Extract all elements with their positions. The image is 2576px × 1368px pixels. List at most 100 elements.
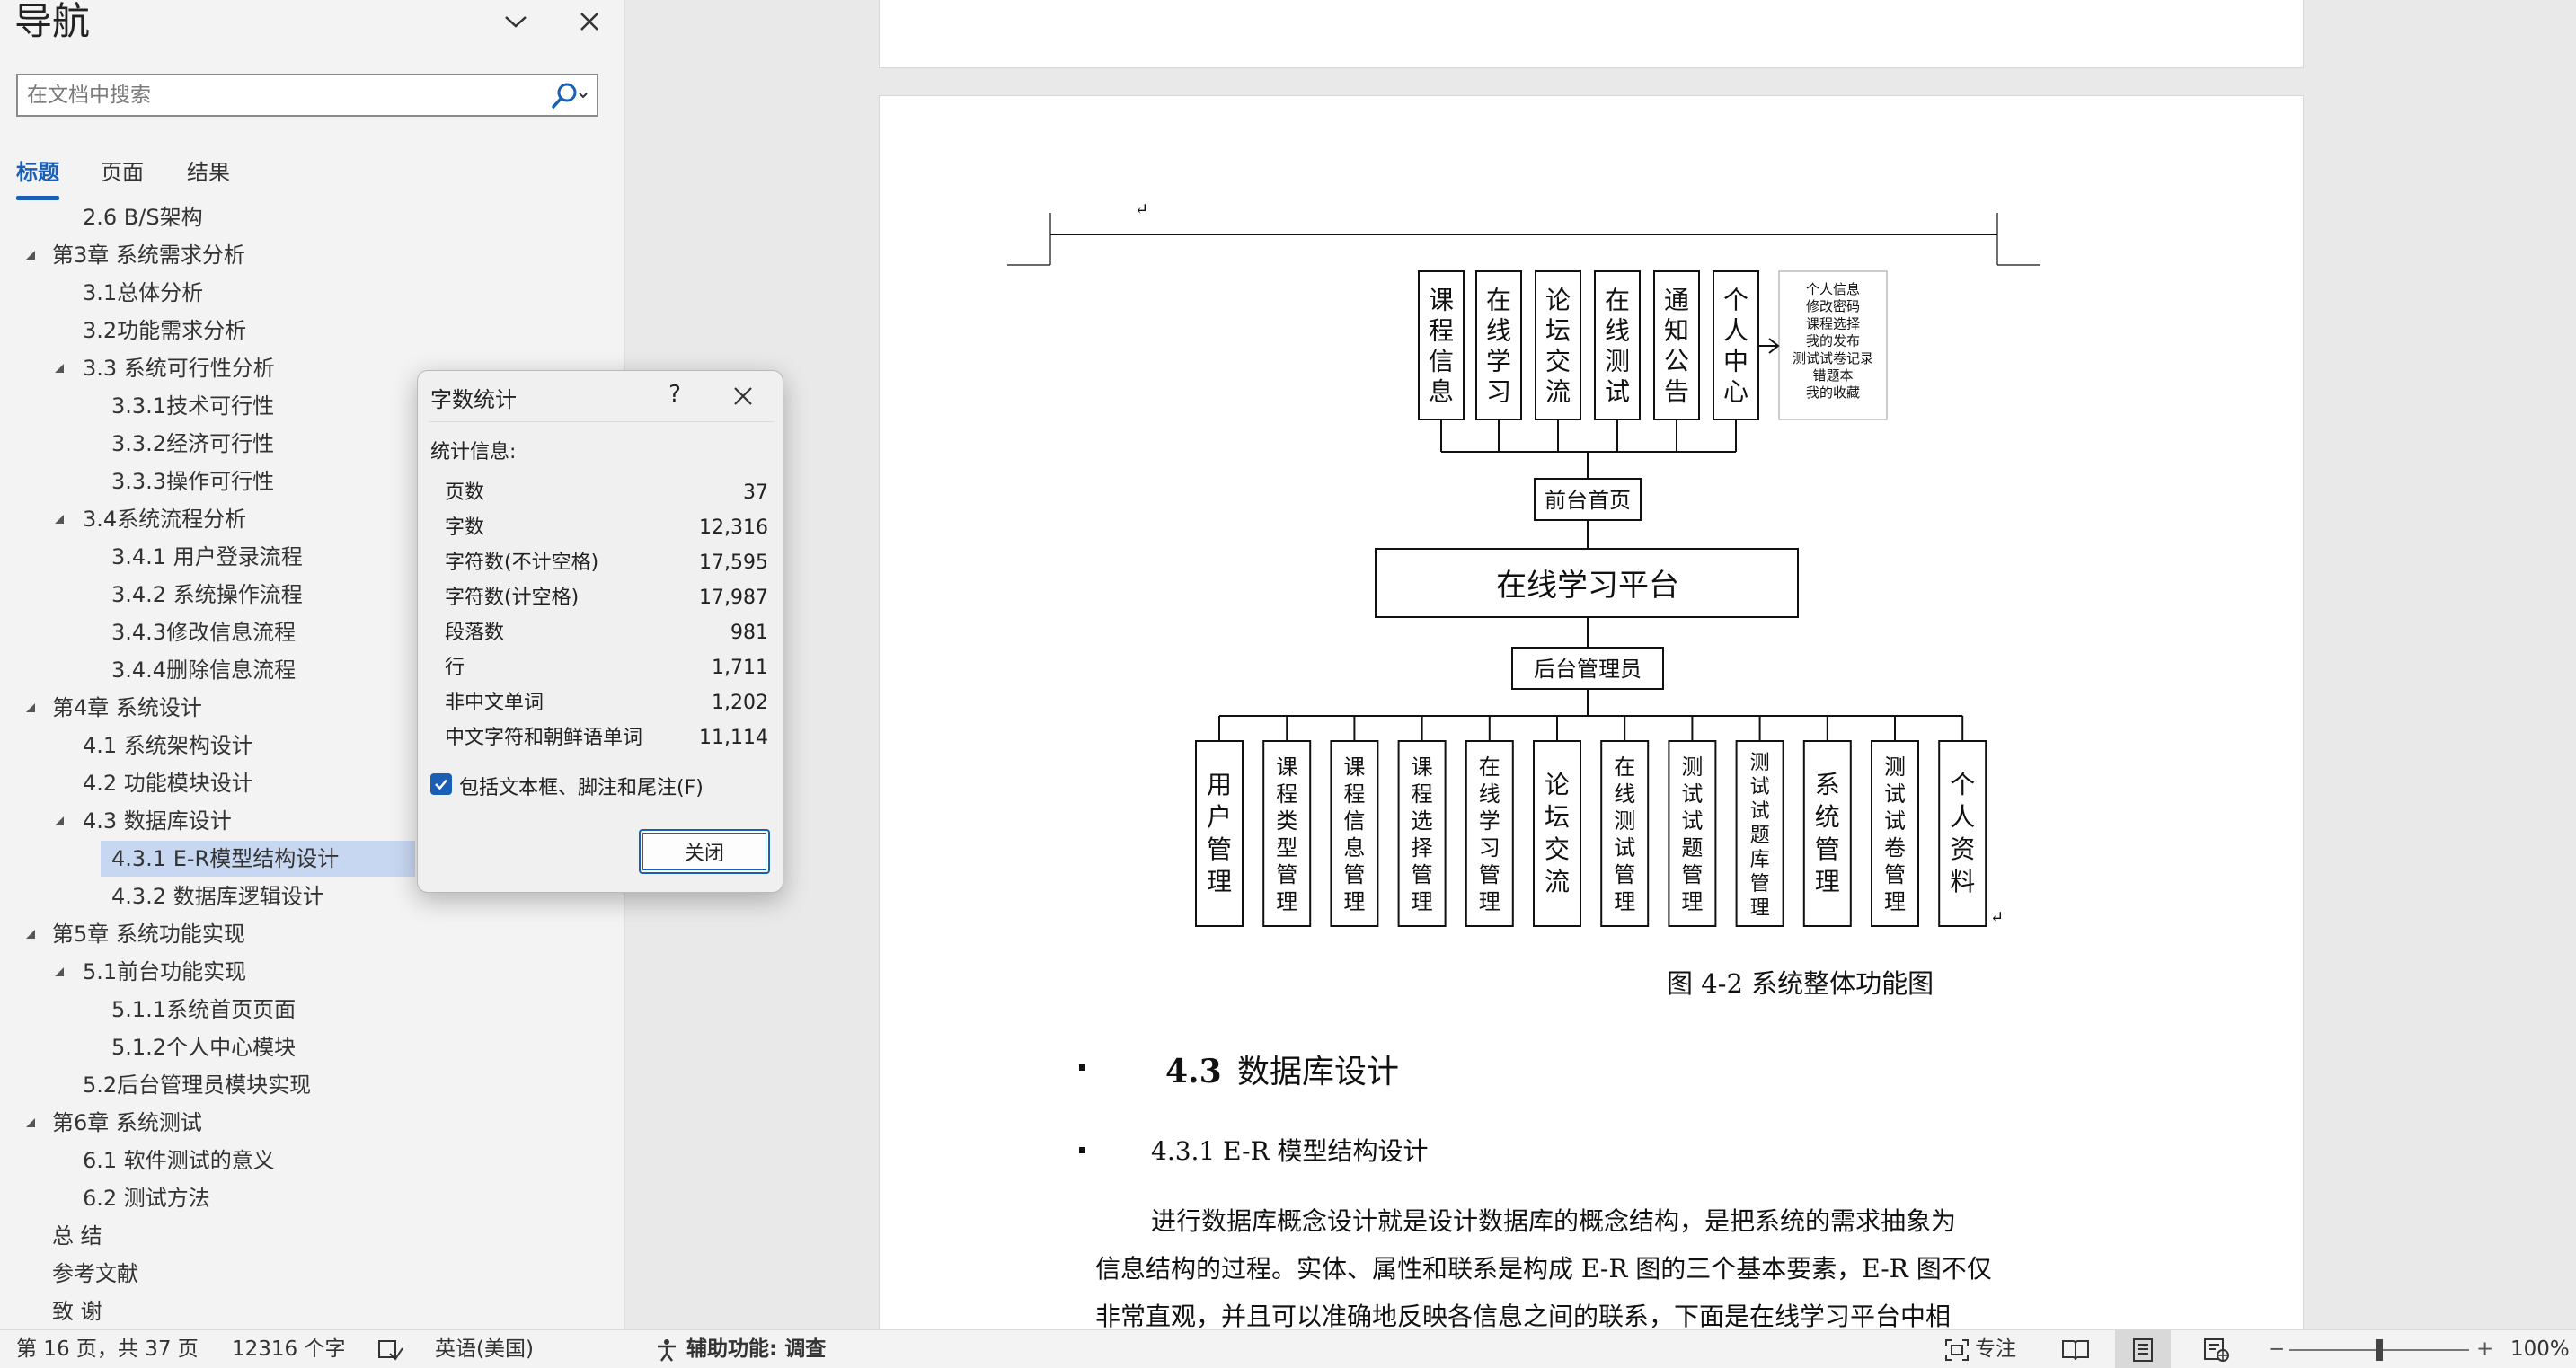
word-count-dialog: 字数统计 ? 统计信息: 页数 37 字数 12,316 字符数(不计空格) 17,595… <box>417 370 783 893</box>
print-layout-icon[interactable] <box>2115 1330 2171 1368</box>
nav-close-icon[interactable] <box>573 5 606 38</box>
zoom-slider-thumb[interactable] <box>2376 1339 2383 1361</box>
status-bar: 第 16 页，共 37 页 12316 个字 英语(美国) 辅助功能: 调查 专… <box>0 1329 2576 1368</box>
heading-item[interactable]: 第3章 系统需求分析 <box>0 237 620 273</box>
heading-label: 总 结 <box>52 1223 102 1249</box>
stat-label: 字符数(计空格) <box>445 587 580 609</box>
bottom-module-box <box>1938 740 1987 927</box>
checkmark-icon <box>435 779 447 790</box>
dialog-title: 字数统计 <box>430 387 517 412</box>
stat-row: 行 1,711 <box>445 652 772 684</box>
collapse-triangle-icon[interactable] <box>50 501 68 537</box>
nav-search-input[interactable] <box>27 79 548 111</box>
web-layout-icon[interactable] <box>2203 1330 2234 1368</box>
stat-value: 37 <box>743 481 768 504</box>
heading-item[interactable]: 2.6 B/S架构 <box>0 199 620 235</box>
stat-label: 字数 <box>445 516 485 539</box>
heading-label: 3.3.1技术可行性 <box>111 393 275 419</box>
top-module-label: 在线测试 <box>1605 286 1630 407</box>
stat-row: 页数 37 <box>445 477 772 509</box>
zoom-out-button[interactable]: − <box>2268 1330 2285 1368</box>
heading-label: 3.3.2经济可行性 <box>111 431 275 456</box>
zoom-in-button[interactable]: + <box>2476 1330 2493 1368</box>
heading-label: 2.6 B/S架构 <box>83 205 203 230</box>
read-mode-icon[interactable] <box>2061 1330 2092 1368</box>
include-textboxes-label[interactable]: 包括文本框、脚注和尾注(F) <box>459 772 704 800</box>
collapse-triangle-icon[interactable] <box>22 1105 40 1141</box>
page-content: ↵ 课程信息 在线学习 论坛交流 在线测试 通知公告 个人中心 个人信息修改密码课程选择我的发… <box>1007 200 2040 1331</box>
nav-search-box[interactable] <box>16 74 598 117</box>
collapse-triangle-icon[interactable] <box>50 803 68 839</box>
heading-item[interactable]: 3.2功能需求分析 <box>0 313 620 349</box>
personal-center-item: 我的发布 <box>1806 333 1860 349</box>
heading-item[interactable]: 5.2后台管理员模块实现 <box>0 1067 620 1103</box>
page-count[interactable]: 第 16 页，共 37 页 <box>16 1330 199 1368</box>
stat-row: 字数 12,316 <box>445 512 772 544</box>
bottom-module-box <box>1533 740 1581 927</box>
stat-label: 段落数 <box>445 622 505 644</box>
paragraph-mark: ↵ <box>1135 200 1148 219</box>
heading-label: 3.2功能需求分析 <box>83 318 247 343</box>
zoom-level[interactable]: 100% <box>2510 1330 2570 1368</box>
help-button[interactable]: ? <box>653 376 696 412</box>
heading-label: 3.3 系统可行性分析 <box>83 356 275 381</box>
collapse-triangle-icon[interactable] <box>50 954 68 990</box>
nav-options-chevron-icon[interactable] <box>500 5 532 38</box>
stat-label: 中文字符和朝鲜语单词 <box>445 727 643 749</box>
stat-value: 12,316 <box>699 516 768 539</box>
heading-item[interactable]: 5.1前台功能实现 <box>0 954 620 990</box>
statistics-section-label: 统计信息: <box>430 441 517 463</box>
heading-bullet <box>1079 1147 1085 1153</box>
stat-label: 非中文单词 <box>445 692 544 714</box>
bottom-module-box <box>1195 740 1244 927</box>
stat-value: 11,114 <box>699 727 768 749</box>
search-icon[interactable] <box>543 80 593 112</box>
heading-item[interactable]: 3.1总体分析 <box>0 275 620 311</box>
heading-label: 3.4系统流程分析 <box>83 507 247 532</box>
accessibility-icon[interactable] <box>654 1330 683 1368</box>
collapse-triangle-icon[interactable] <box>22 690 40 726</box>
platform-label: 在线学习平台 <box>1496 568 1679 604</box>
heading-item[interactable]: 6.2 测试方法 <box>0 1180 620 1216</box>
tab-pages[interactable]: 页面 <box>101 154 144 186</box>
dialog-close-icon[interactable] <box>721 378 765 414</box>
heading-item[interactable]: 第6章 系统测试 <box>0 1105 620 1141</box>
heading-item[interactable]: 致 谢 <box>0 1293 620 1329</box>
word-count[interactable]: 12316 个字 <box>232 1330 345 1368</box>
collapse-triangle-icon[interactable] <box>22 916 40 952</box>
dialog-divider <box>429 421 774 422</box>
collapse-triangle-icon[interactable] <box>50 350 68 386</box>
document-page: ↵ 课程信息 在线学习 论坛交流 在线测试 通知公告 个人中心 个人信息 修改密码 课程选择 我的发… <box>879 95 2304 1335</box>
language[interactable]: 英语(美国) <box>435 1330 534 1368</box>
heading-label: 4.3 数据库设计 <box>83 808 232 834</box>
heading-item[interactable]: 6.1 软件测试的意义 <box>0 1143 620 1178</box>
heading-item[interactable]: 参考文献 <box>0 1256 620 1292</box>
include-textboxes-checkbox[interactable] <box>430 773 452 795</box>
heading-item[interactable]: 第5章 系统功能实现 <box>0 916 620 952</box>
accessibility-status[interactable]: 辅助功能: 调查 <box>686 1330 826 1368</box>
heading-item[interactable]: 4.3.1 E-R模型结构设计 <box>101 841 415 877</box>
heading-label: 5.1.2个人中心模块 <box>111 1035 297 1060</box>
stat-value: 17,987 <box>699 587 768 609</box>
tab-results[interactable]: 结果 <box>187 154 230 186</box>
close-button[interactable]: 关闭 <box>639 829 770 874</box>
tab-headings[interactable]: 标题 <box>16 154 59 186</box>
heading-label: 第5章 系统功能实现 <box>52 922 245 947</box>
heading-label: 3.4.2 系统操作流程 <box>111 582 303 607</box>
zoom-slider[interactable] <box>2289 1330 2469 1368</box>
heading-number: 4.3 <box>1165 1053 1222 1090</box>
top-module-label: 个人中心 <box>1723 286 1748 407</box>
top-module-label: 论坛交流 <box>1545 286 1571 407</box>
focus-mode[interactable]: 专注 <box>1975 1330 2016 1368</box>
personal-center-item: 个人信息 <box>1806 281 1860 297</box>
heading-item[interactable]: 总 结 <box>0 1218 620 1254</box>
heading-item[interactable]: 5.1.2个人中心模块 <box>0 1029 620 1065</box>
collapse-triangle-icon[interactable] <box>22 237 40 273</box>
heading-label: 6.2 测试方法 <box>83 1186 210 1211</box>
subheading: 4.3.1 E-R 模型结构设计 <box>1151 1136 1429 1166</box>
top-module-label: 在线学习 <box>1486 286 1511 407</box>
proofing-icon[interactable] <box>377 1330 406 1368</box>
heading-item[interactable]: 5.1.1系统首页页面 <box>0 992 620 1028</box>
focus-icon[interactable] <box>1944 1330 1973 1368</box>
stat-value: 1,711 <box>712 657 768 679</box>
